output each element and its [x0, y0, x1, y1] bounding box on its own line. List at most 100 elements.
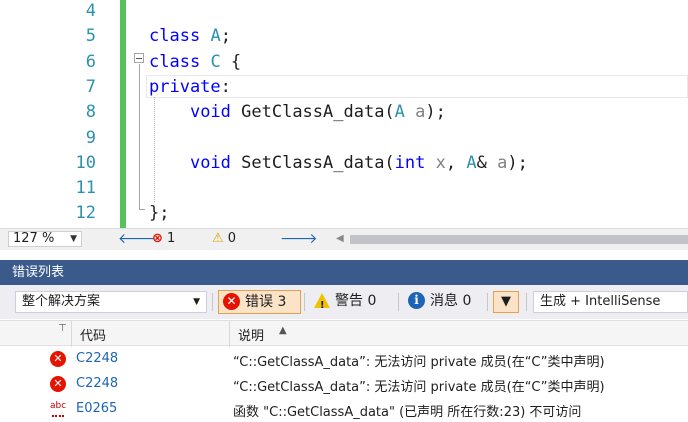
filter-icon[interactable]: ▼ — [493, 291, 519, 313]
chevron-down-icon: ▼ — [70, 234, 77, 244]
next-issue-icon[interactable]: 🡒 — [280, 230, 318, 247]
toolbar-divider — [212, 293, 213, 311]
column-filter-icon[interactable]: ⊤ — [58, 323, 67, 334]
code-token: a — [497, 152, 508, 173]
line-number: 5 — [85, 26, 96, 47]
error-count-indicator[interactable]: ⊗ 1 — [152, 231, 175, 246]
code-line[interactable]: void GetClassA_data(A a); — [149, 100, 679, 125]
toolbar-divider — [487, 293, 488, 311]
error-icon: ✕ — [50, 351, 66, 367]
code-editor[interactable]: 4 5 6 7 8 9 10 11 12 class A; class C {private: v… — [0, 0, 688, 228]
code-token: ; — [220, 26, 231, 47]
code-token: A — [210, 26, 221, 47]
collapse-toggle-icon[interactable] — [134, 53, 144, 63]
error-description: “C::GetClassA_data”: 无法访问 private 成员(在“C… — [233, 355, 605, 370]
scroll-left-icon[interactable]: ◀ — [336, 233, 344, 244]
editor-status-bar: 127 % ▼ 🡐 ⊗ 1 ⚠ 0 🡒 ◀ — [0, 228, 688, 250]
error-icon: ✕ — [50, 376, 66, 392]
code-token: A — [466, 152, 477, 173]
error-description: 函数 "C::GetClassA_data" (已声明 所在行数:23) 不可访… — [233, 405, 582, 420]
code-token: C — [210, 51, 221, 72]
line-number: 6 — [85, 51, 96, 72]
build-source-value: 生成 + IntelliSense — [540, 294, 661, 309]
code-token: }; — [149, 203, 170, 224]
code-token: : — [220, 76, 231, 97]
errors-filter-label: 错误 3 — [245, 294, 287, 310]
code-token: & — [476, 152, 498, 173]
toolbar-divider — [398, 293, 399, 311]
code-token: void — [189, 102, 231, 123]
code-token: A — [394, 102, 405, 123]
line-number: 4 — [85, 1, 96, 21]
warnings-filter-label: 警告 0 — [335, 293, 377, 309]
column-divider[interactable] — [71, 321, 72, 347]
line-number: 11 — [75, 178, 96, 199]
error-code-link[interactable]: C2248 — [76, 351, 118, 366]
messages-filter-label: 消息 0 — [430, 293, 472, 309]
error-row[interactable]: ✕ C2248 “C::GetClassA_data”: 无法访问 private … — [0, 347, 688, 372]
column-divider[interactable] — [229, 321, 230, 347]
error-description: “C::GetClassA_data”: 无法访问 private 成员(在“C… — [233, 380, 605, 395]
warnings-filter-button[interactable]: ! 警告 0 — [309, 290, 389, 314]
code-line[interactable]: class C { — [149, 50, 679, 75]
warning-icon: ! — [314, 293, 330, 311]
code-token: { — [220, 51, 242, 72]
line-number: 10 — [75, 152, 96, 173]
intellisense-error-icon: abc — [50, 401, 67, 417]
line-number: 12 — [75, 203, 96, 224]
error-icon: ⊗ — [152, 231, 163, 246]
scope-value: 整个解决方案 — [22, 294, 101, 309]
code-token: ); — [507, 152, 528, 173]
error-row[interactable]: abc E0265 函数 "C::GetClassA_data" (已声明 所在行数… — [0, 397, 688, 422]
zoom-dropdown[interactable]: 127 % ▼ — [8, 231, 82, 247]
column-header-description[interactable]: 说明 — [238, 325, 264, 344]
outline-fold-end — [139, 209, 145, 210]
code-token: class — [149, 51, 201, 72]
scope-dropdown[interactable]: 整个解决方案 ▼ — [15, 291, 207, 313]
code-line[interactable]: void SetClassA_data(int x, A& a); — [149, 151, 679, 176]
error-count: 1 — [167, 231, 176, 246]
warning-count-indicator[interactable]: ⚠ 0 — [212, 231, 236, 246]
horizontal-scrollbar-thumb[interactable] — [350, 235, 688, 244]
error-row[interactable]: ✕ C2248 “C::GetClassA_data”: 无法访问 private … — [0, 372, 688, 397]
error-code-link[interactable]: E0265 — [76, 401, 117, 416]
line-number: 9 — [85, 127, 96, 148]
column-header-code[interactable]: 代码 — [80, 325, 106, 344]
build-source-dropdown[interactable]: 生成 + IntelliSense — [533, 291, 688, 313]
errors-filter-button[interactable]: ✕ 错误 3 — [218, 290, 301, 314]
line-number: 8 — [85, 102, 96, 123]
code-line[interactable]: }; — [149, 201, 679, 226]
code-token: , — [445, 152, 467, 173]
code-token: a — [415, 102, 426, 123]
zoom-value: 127 % — [13, 231, 55, 246]
code-token: x — [435, 152, 446, 173]
change-tracking-bar — [120, 0, 126, 228]
code-token: private — [149, 76, 221, 97]
code-token: GetClassA_data( — [230, 102, 395, 123]
code-token: void — [189, 152, 231, 173]
line-number: 7 — [85, 76, 96, 97]
code-token: class — [149, 26, 201, 47]
info-icon: i — [408, 292, 425, 309]
error-grid-header: ⊤ 代码 说明 ▲ — [0, 320, 688, 347]
code-line[interactable]: private: — [149, 75, 679, 100]
line-number-gutter: 4 5 6 7 8 9 10 11 12 — [0, 0, 96, 228]
code-token: int — [394, 152, 426, 173]
code-token: ); — [425, 102, 446, 123]
messages-filter-button[interactable]: i 消息 0 — [404, 290, 480, 314]
toolbar-divider — [526, 293, 527, 311]
error-icon: ✕ — [223, 293, 240, 310]
previous-issue-icon[interactable]: 🡐 — [118, 230, 156, 247]
error-code-link[interactable]: C2248 — [76, 376, 118, 391]
outline-fold-line — [139, 64, 140, 210]
code-line[interactable]: class A; — [149, 24, 679, 49]
warning-count: 0 — [227, 231, 237, 246]
chevron-down-icon: ▼ — [193, 297, 200, 307]
code-token: SetClassA_data( — [230, 152, 395, 173]
